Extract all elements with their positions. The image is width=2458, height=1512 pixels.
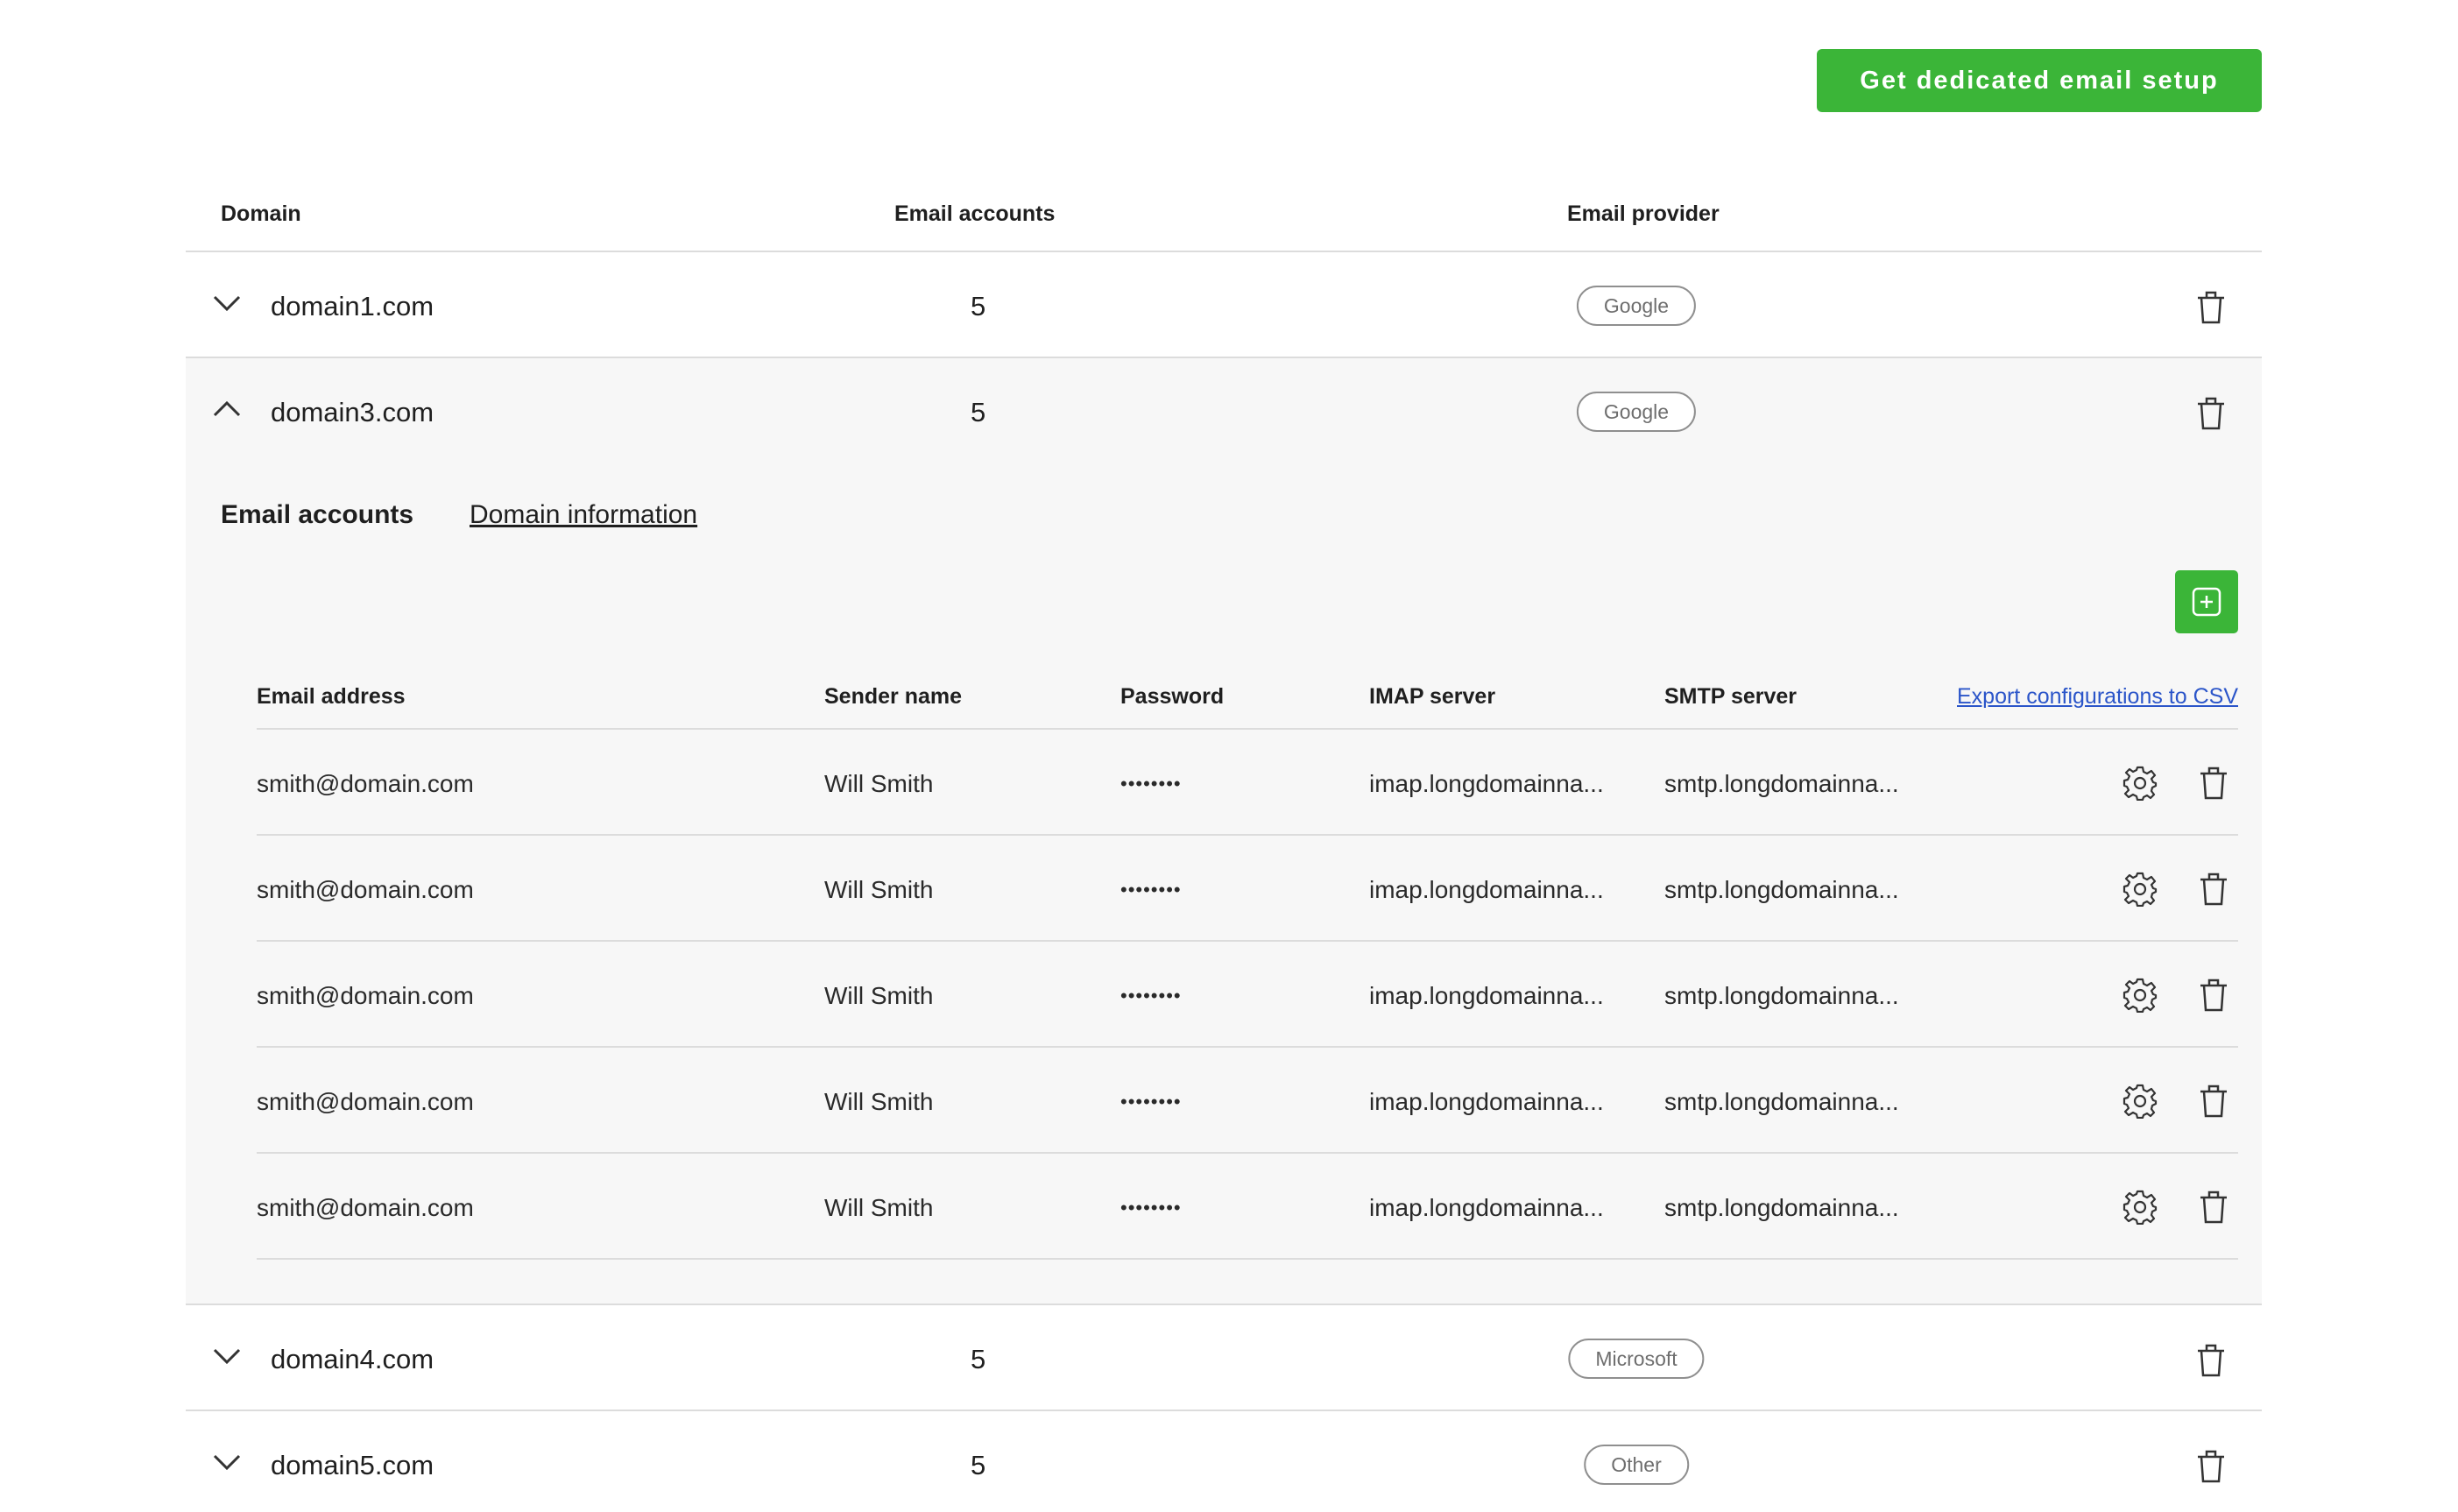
trash-icon[interactable] [2196,977,2231,1014]
sender-name: Will Smith [824,1194,934,1221]
add-square-icon [2192,587,2221,617]
password-masked: •••••••• [1120,985,1182,1007]
sender-name: Will Smith [824,876,934,903]
column-header-email-accounts: Email accounts [894,201,1056,226]
gear-icon[interactable] [2122,765,2158,802]
smtp-server: smtp.longdomainna... [1664,1088,1899,1115]
column-header-imap-server: IMAP server [1369,684,1496,709]
email-address: smith@domain.com [257,876,474,903]
email-account-count: 5 [971,397,986,427]
smtp-server: smtp.longdomainna... [1664,876,1899,903]
provider-badge: Google [1576,392,1697,432]
domain-details-panel: Email accounts Domain information Email … [186,463,2262,1305]
sender-name: Will Smith [824,770,934,797]
add-email-account-button[interactable] [2175,570,2238,633]
email-accounts-table: Email address Sender name Password IMAP … [257,653,2238,1260]
domain-name: domain5.com [271,1450,434,1480]
column-header-domain: Domain [221,201,301,226]
domains-table: Domain Email accounts Email provider dom… [186,175,2262,1512]
domain-name: domain1.com [271,291,434,321]
column-header-email-provider: Email provider [1567,201,1720,226]
smtp-server: smtp.longdomainna... [1664,982,1899,1009]
table-row: smith@domain.com Will Smith •••••••• ima… [257,1154,2238,1260]
email-address: smith@domain.com [257,770,474,797]
gear-icon[interactable] [2122,977,2158,1014]
email-account-count: 5 [971,1344,986,1374]
imap-server: imap.longdomainna... [1369,770,1604,797]
provider-badge: Microsoft [1568,1339,1705,1379]
gear-icon[interactable] [2122,1189,2158,1226]
domain-row[interactable]: domain1.com 5 Google [186,252,2262,358]
provider-badge: Google [1576,286,1697,326]
email-account-count: 5 [971,291,986,321]
password-masked: •••••••• [1120,1091,1182,1113]
chevron-down-icon[interactable] [212,1346,242,1367]
gear-icon[interactable] [2122,1083,2158,1120]
email-account-count: 5 [971,1450,986,1480]
table-row: smith@domain.com Will Smith •••••••• ima… [257,730,2238,836]
password-masked: •••••••• [1120,879,1182,901]
password-masked: •••••••• [1120,773,1182,795]
tab-domain-information[interactable]: Domain information [470,500,697,530]
trash-icon[interactable] [2193,1342,2228,1379]
column-header-sender-name: Sender name [824,684,963,709]
imap-server: imap.longdomainna... [1369,1194,1604,1221]
sender-name: Will Smith [824,1088,934,1115]
domain-row[interactable]: domain4.com 5 Microsoft [186,1305,2262,1411]
password-masked: •••••••• [1120,1197,1182,1219]
trash-icon[interactable] [2196,1083,2231,1120]
get-dedicated-email-setup-button[interactable]: Get dedicated email setup [1817,49,2262,112]
table-row: smith@domain.com Will Smith •••••••• ima… [257,942,2238,1048]
trash-icon[interactable] [2196,765,2231,802]
domain-row[interactable]: domain5.com 5 Other [186,1411,2262,1512]
domains-table-header: Domain Email accounts Email provider [186,175,2262,252]
column-header-password: Password [1120,684,1225,709]
smtp-server: smtp.longdomainna... [1664,770,1899,797]
imap-server: imap.longdomainna... [1369,982,1604,1009]
provider-badge: Other [1584,1445,1689,1485]
gear-icon[interactable] [2122,871,2158,908]
imap-server: imap.longdomainna... [1369,876,1604,903]
smtp-server: smtp.longdomainna... [1664,1194,1899,1221]
imap-server: imap.longdomainna... [1369,1088,1604,1115]
email-address: smith@domain.com [257,1088,474,1115]
trash-icon[interactable] [2193,395,2228,432]
email-accounts-header: Email address Sender name Password IMAP … [257,653,2238,730]
table-row: smith@domain.com Will Smith •••••••• ima… [257,1048,2238,1154]
tab-email-accounts[interactable]: Email accounts [221,500,413,530]
table-row: smith@domain.com Will Smith •••••••• ima… [257,836,2238,942]
trash-icon[interactable] [2193,289,2228,326]
email-address: smith@domain.com [257,982,474,1009]
domain-name: domain3.com [271,397,434,427]
trash-icon[interactable] [2196,871,2231,908]
column-header-email-address: Email address [257,684,406,709]
email-address: smith@domain.com [257,1194,474,1221]
domain-name: domain4.com [271,1344,434,1374]
chevron-down-icon[interactable] [212,293,242,314]
domain-row-expanded[interactable]: domain3.com 5 Google [186,358,2262,464]
trash-icon[interactable] [2196,1189,2231,1226]
export-csv-link[interactable]: Export configurations to CSV [1957,684,2238,710]
chevron-up-icon[interactable] [212,399,242,420]
chevron-down-icon[interactable] [212,1452,242,1473]
column-header-smtp-server: SMTP server [1664,684,1798,709]
sender-name: Will Smith [824,982,934,1009]
trash-icon[interactable] [2193,1448,2228,1485]
